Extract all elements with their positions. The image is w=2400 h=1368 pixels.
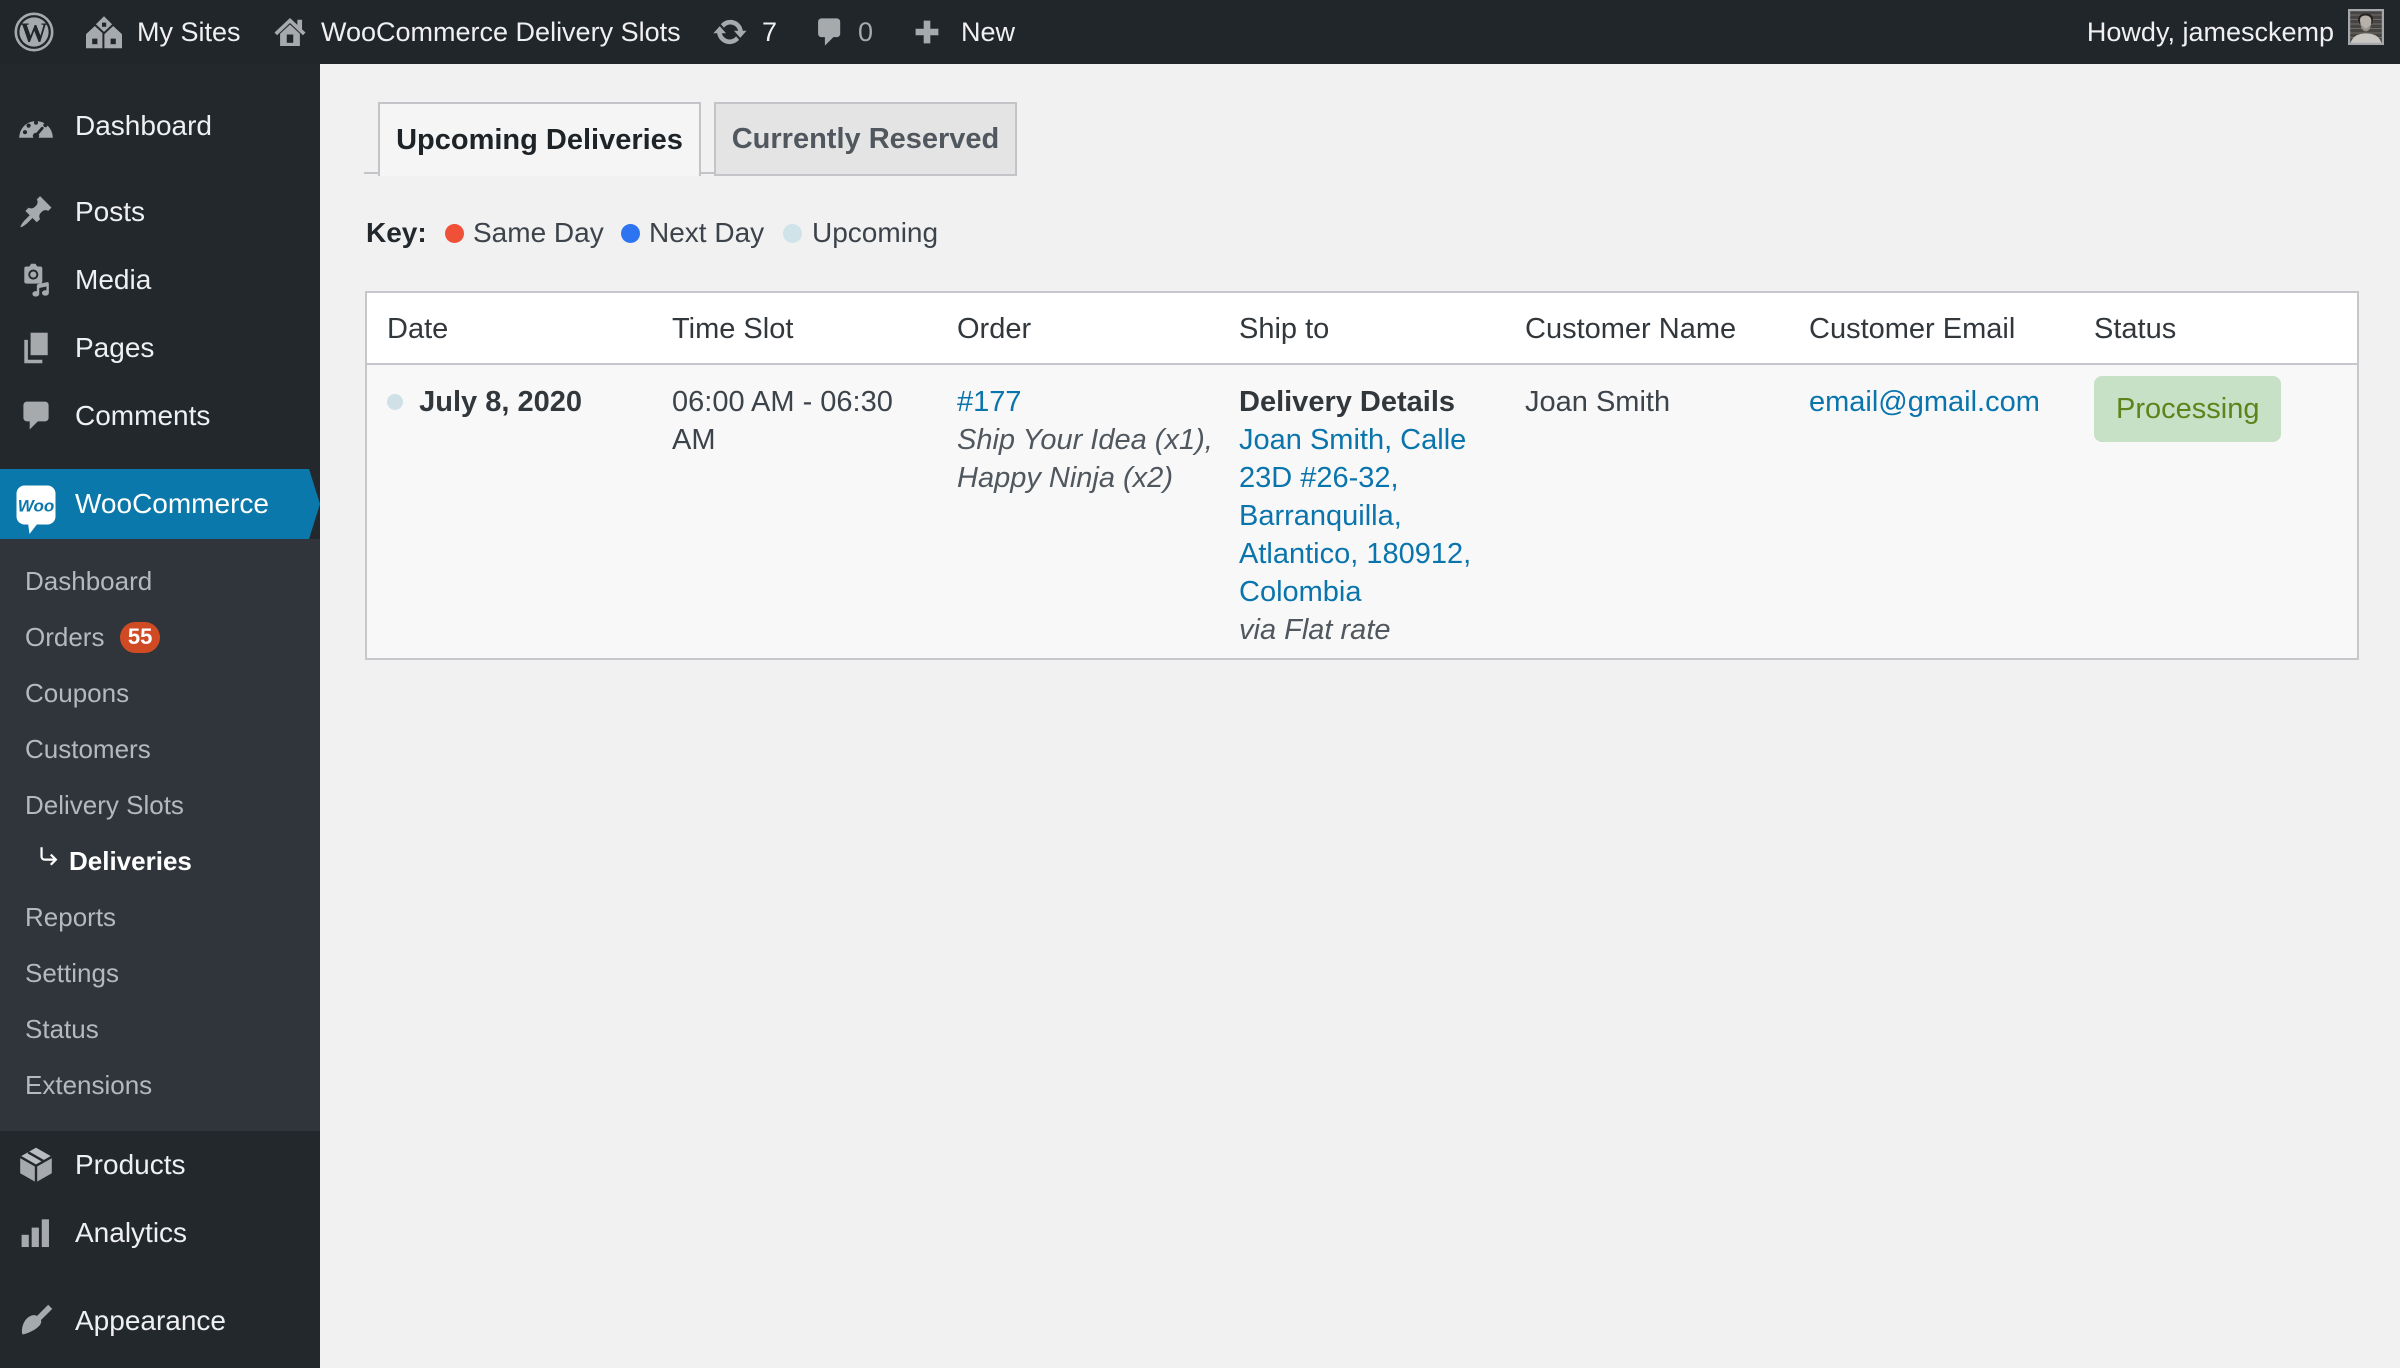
- svg-text:W: W: [21, 18, 48, 48]
- svg-text:Woo: Woo: [18, 497, 55, 516]
